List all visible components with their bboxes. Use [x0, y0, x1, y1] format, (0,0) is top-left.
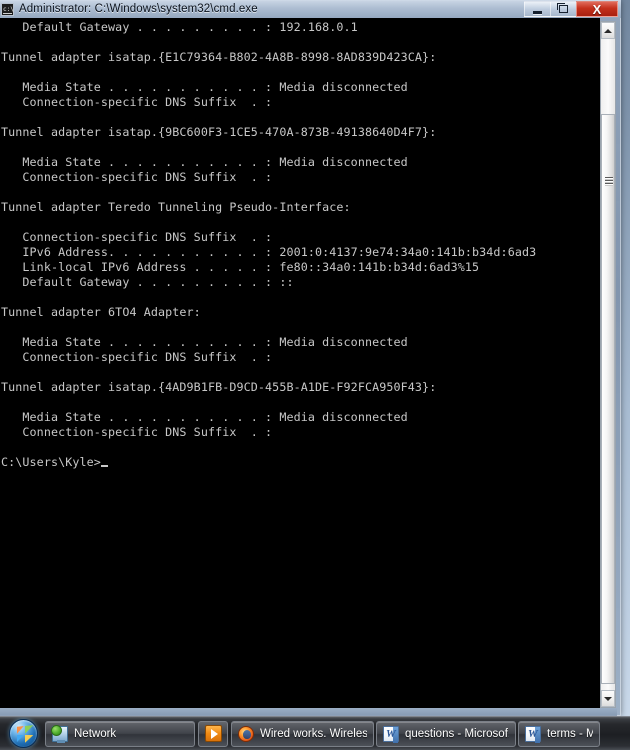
- scrollbar-thumb[interactable]: [601, 114, 615, 684]
- media-player-icon: [204, 725, 222, 742]
- console-line: Connection-specific DNS Suffix . :: [1, 170, 273, 184]
- cmd-icon: [1, 2, 14, 16]
- taskbar-item-label: questions - Microsof...: [405, 727, 509, 740]
- taskbar-item-label: terms - M: [547, 727, 593, 740]
- window-title: Administrator: C:\Windows\system32\cmd.e…: [19, 3, 258, 15]
- scroll-down-button[interactable]: [601, 690, 615, 707]
- scrollbar-grip-icon: [605, 177, 613, 186]
- cmd-window[interactable]: Administrator: C:\Windows\system32\cmd.e…: [0, 0, 621, 716]
- console-prompt: C:\Users\Kyle>: [1, 455, 101, 469]
- console-prompt-line: C:\Users\Kyle>: [1, 455, 536, 470]
- windows-logo-icon: [8, 719, 38, 748]
- console-cursor: [100, 465, 108, 467]
- console-line: Media State . . . . . . . . . . . : Medi…: [1, 410, 408, 424]
- word-icon: [383, 725, 399, 743]
- scroll-down-arrow-icon: [604, 696, 612, 701]
- taskbar-item-label: Network: [74, 727, 117, 740]
- close-icon: X: [592, 1, 602, 17]
- network-icon: [51, 724, 68, 743]
- console-line: Connection-specific DNS Suffix . :: [1, 230, 273, 244]
- window-controls: X: [524, 1, 618, 17]
- minimize-button[interactable]: [524, 1, 550, 17]
- taskbar-item-media-player[interactable]: [198, 720, 228, 747]
- close-button[interactable]: X: [576, 1, 618, 17]
- console-line: Tunnel adapter isatap.{9BC600F3-1CE5-470…: [1, 125, 437, 139]
- console-line: Tunnel adapter isatap.{4AD9B1FB-D9CD-455…: [1, 380, 437, 394]
- maximize-restore-button[interactable]: [550, 1, 576, 17]
- firefox-icon: [238, 725, 254, 742]
- scroll-up-button[interactable]: [601, 22, 615, 39]
- taskbar-item-questions-document[interactable]: questions - Microsof...: [376, 720, 516, 747]
- console-line: Media State . . . . . . . . . . . : Medi…: [1, 335, 408, 349]
- console-line: Default Gateway . . . . . . . . . : 192.…: [1, 20, 358, 34]
- word-icon: [525, 725, 541, 743]
- console-line: Connection-specific DNS Suffix . :: [1, 425, 273, 439]
- taskbar: Network Wired works. Wireles... question…: [0, 716, 630, 750]
- taskbar-item-label: Wired works. Wireles...: [260, 727, 367, 740]
- console-line: Connection-specific DNS Suffix . :: [1, 95, 273, 109]
- console-text: Default Gateway . . . . . . . . . : 192.…: [0, 18, 536, 470]
- console-line: Media State . . . . . . . . . . . : Medi…: [1, 80, 408, 94]
- taskbar-item-firefox[interactable]: Wired works. Wireles...: [231, 720, 374, 747]
- minimize-icon: [533, 10, 542, 14]
- window-bottom-edge: [0, 708, 617, 716]
- console-line: Tunnel adapter 6TO4 Adapter:: [1, 305, 201, 319]
- console-line: Tunnel adapter isatap.{E1C79364-B802-4A8…: [1, 50, 437, 64]
- console-line: Connection-specific DNS Suffix . :: [1, 350, 273, 364]
- console-line: IPv6 Address. . . . . . . . . . . : 2001…: [1, 245, 537, 259]
- taskbar-item-terms-document[interactable]: terms - M: [518, 720, 600, 747]
- console-line: Default Gateway . . . . . . . . . : ::: [1, 275, 294, 289]
- console-line: Tunnel adapter Teredo Tunneling Pseudo-I…: [1, 200, 351, 214]
- console-scrollbar[interactable]: [600, 21, 616, 708]
- taskbar-item-network[interactable]: Network: [45, 720, 195, 747]
- scroll-up-arrow-icon: [604, 28, 612, 33]
- console-line: Link-local IPv6 Address . . . . . : fe80…: [1, 260, 480, 274]
- console-line: Media State . . . . . . . . . . . : Medi…: [1, 155, 408, 169]
- console-output-area[interactable]: Default Gateway . . . . . . . . . : 192.…: [0, 18, 600, 708]
- desktop-screen: Administrator: C:\Windows\system32\cmd.e…: [0, 0, 630, 750]
- window-titlebar[interactable]: Administrator: C:\Windows\system32\cmd.e…: [0, 0, 621, 18]
- start-button[interactable]: [2, 718, 44, 749]
- restore-icon: [557, 3, 568, 13]
